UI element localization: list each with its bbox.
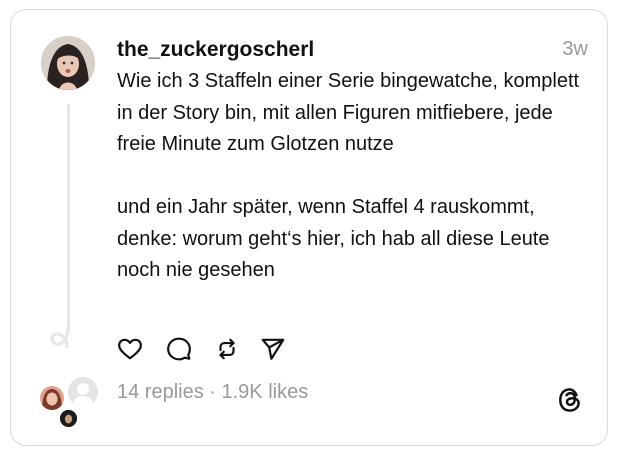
- likes-count[interactable]: 1.9K likes: [222, 381, 309, 403]
- author-avatar[interactable]: [41, 36, 95, 90]
- post-paragraph-2: und ein Jahr später, wenn Staffel 4 raus…: [117, 196, 550, 281]
- default-avatar-icon: [72, 383, 94, 407]
- stats-separator: ·: [203, 381, 222, 403]
- share-button[interactable]: [260, 336, 286, 362]
- post-time[interactable]: 3w: [548, 38, 588, 61]
- threads-logo-icon[interactable]: [557, 386, 583, 414]
- replier-avatar-3[interactable]: [60, 410, 77, 427]
- thread-line: [67, 104, 70, 332]
- replies-count[interactable]: 14 replies: [117, 381, 204, 403]
- replier-avatar-image: [60, 410, 77, 427]
- thread-loop-icon: [50, 326, 70, 348]
- repost-icon: [219, 338, 235, 360]
- comment-icon: [167, 337, 191, 361]
- post-text: Wie ich 3 Staffeln einer Serie bingewatc…: [117, 66, 587, 287]
- replier-avatar-1[interactable]: [40, 386, 64, 410]
- repost-button[interactable]: [214, 336, 240, 362]
- like-button[interactable]: [117, 336, 143, 362]
- share-icon: [261, 338, 285, 360]
- post-paragraph-1: Wie ich 3 Staffeln einer Serie bingewatc…: [117, 70, 580, 155]
- replier-avatar-image: [40, 386, 64, 410]
- post-stats: 14 replies · 1.9K likes: [117, 381, 308, 404]
- replier-avatar-2[interactable]: [68, 377, 98, 407]
- heart-icon: [118, 338, 142, 360]
- comment-button[interactable]: [166, 336, 192, 362]
- username[interactable]: the_zuckergoscherl: [117, 38, 314, 62]
- avatar-image: [41, 36, 95, 90]
